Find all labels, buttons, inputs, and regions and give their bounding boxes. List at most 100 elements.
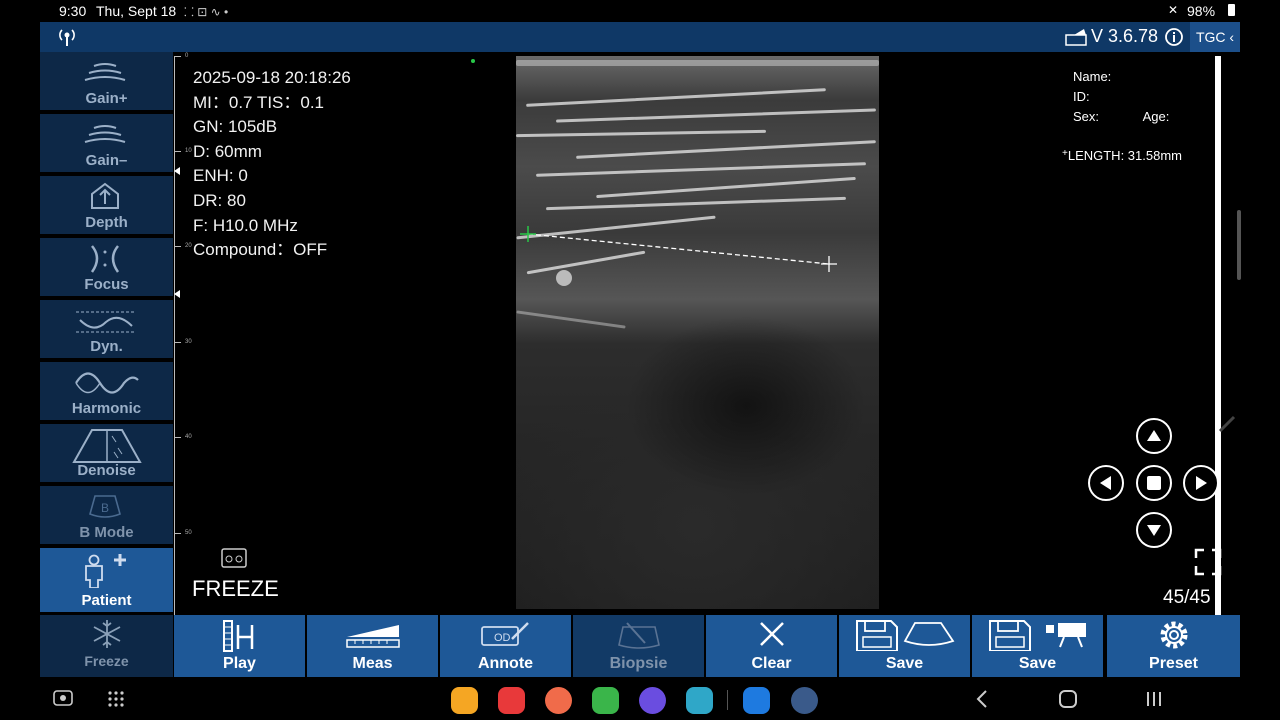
- save-video-button[interactable]: Save: [972, 615, 1103, 677]
- gain-minus-button[interactable]: Gain–: [40, 114, 173, 174]
- image-texture: [516, 60, 879, 66]
- focus-icon: [90, 245, 120, 273]
- arrow-up-icon: [1147, 430, 1161, 441]
- tgc-toggle-button[interactable]: TGC ‹: [1190, 22, 1240, 52]
- left-control-panel: Gain+ Gain– Depth Focus Dyn. Harmonic De…: [40, 52, 174, 615]
- status-time: 9:30: [59, 3, 87, 19]
- home-icon[interactable]: [1058, 689, 1078, 709]
- save-video-label: Save: [1018, 655, 1057, 672]
- gain-value: GN: 105dB: [193, 117, 278, 137]
- pan-down-button[interactable]: [1136, 512, 1172, 548]
- focus-marker: [174, 167, 180, 175]
- chevron-left-icon: ‹: [1229, 29, 1235, 45]
- pan-left-button[interactable]: [1088, 465, 1124, 501]
- frequency-value: F: H10.0 MHz: [193, 215, 298, 235]
- arrow-down-icon: [1147, 525, 1161, 536]
- android-status-bar: 9:30 Thu, Sept 18 ⸬ ⊡ ∿ • ✕ 98%: [0, 0, 1280, 22]
- denoise-label: Denoise: [77, 462, 136, 479]
- gain-plus-button[interactable]: Gain+: [40, 52, 173, 112]
- pan-right-button[interactable]: [1183, 465, 1219, 501]
- focus-button[interactable]: Focus: [40, 238, 173, 298]
- enh-value: ENH: 0: [193, 166, 248, 186]
- depth-button[interactable]: Depth: [40, 176, 173, 236]
- calendar-app-icon[interactable]: [686, 687, 713, 714]
- browser-app-icon[interactable]: [639, 687, 666, 714]
- contacts-app-icon[interactable]: [545, 687, 572, 714]
- save-image-label: Save: [885, 655, 924, 672]
- measure-button[interactable]: Meas: [307, 615, 438, 677]
- ultrasound-app-icon[interactable]: [743, 687, 770, 714]
- settings-app-icon[interactable]: [791, 687, 818, 714]
- dock-divider: [727, 690, 728, 710]
- b-mode-icon: B: [89, 495, 121, 518]
- compound-value: Compound：OFF: [193, 240, 328, 260]
- play-button[interactable]: Play: [174, 615, 305, 677]
- clear-button[interactable]: Clear: [706, 615, 837, 677]
- ruler-label: 40: [185, 434, 192, 440]
- ruler-tick: [175, 246, 181, 247]
- gear-icon: [1160, 621, 1188, 649]
- info-icon[interactable]: [1164, 27, 1184, 47]
- gain-minus-icon: [84, 125, 126, 143]
- freeze-button[interactable]: Freeze: [40, 615, 173, 677]
- play-film-icon: [223, 620, 254, 652]
- biopsy-needle-icon: [618, 622, 660, 649]
- app-version: V 3.6.78: [1090, 26, 1158, 46]
- gain-plus-icon: [84, 63, 126, 81]
- pan-center-button[interactable]: [1136, 465, 1172, 501]
- ruler-label: 20: [185, 243, 192, 249]
- image-texture: [546, 196, 846, 211]
- denoise-icon: [72, 429, 142, 463]
- save-video-icon: [989, 620, 1086, 651]
- fullscreen-icon[interactable]: [1194, 548, 1222, 576]
- snowflake-icon: [93, 620, 121, 648]
- image-texture: [516, 129, 767, 138]
- biopsy-button[interactable]: Biopsie: [573, 615, 704, 677]
- back-icon[interactable]: [975, 689, 989, 709]
- wireless-signal-icon: [59, 29, 75, 46]
- freeze-label: Freeze: [84, 653, 129, 669]
- length-measurement-line[interactable]: [516, 220, 846, 280]
- dr-value: DR: 80: [193, 190, 246, 210]
- mute-icon: ✕: [1168, 3, 1179, 17]
- annotate-label: Annote: [477, 655, 534, 672]
- tgc-label: TGC: [1195, 29, 1226, 45]
- clear-label: Clear: [751, 655, 792, 672]
- cine-loop-icon: [221, 548, 247, 568]
- depth-ruler: 0 10 20 30 40 50: [174, 53, 192, 616]
- patient-button[interactable]: Patient: [40, 548, 173, 614]
- recent-apps-icon[interactable]: [1144, 689, 1164, 709]
- pan-up-button[interactable]: [1136, 418, 1172, 454]
- files-app-icon[interactable]: [451, 687, 478, 714]
- ruler-label: 0: [185, 53, 189, 59]
- edit-pencil-icon[interactable]: [1216, 413, 1238, 435]
- calculator-app-icon[interactable]: [592, 687, 619, 714]
- preset-button[interactable]: Preset: [1107, 615, 1240, 677]
- patient-id-label: ID:: [1073, 89, 1090, 104]
- ultrasound-image[interactable]: [516, 56, 879, 609]
- patient-age-label: Age:: [1142, 109, 1170, 124]
- mi-tis-value: MI：0.7 TIS：0.1: [193, 92, 325, 112]
- depth-value: D: 60mm: [193, 141, 262, 161]
- screenshot-assistant-icon[interactable]: [53, 690, 73, 708]
- probe-orientation-dot: [471, 59, 475, 63]
- save-image-button[interactable]: Save: [839, 615, 970, 677]
- svg-text:B: B: [101, 501, 109, 515]
- annotate-button[interactable]: OD Annote: [440, 615, 571, 677]
- scroll-thumb[interactable]: [1237, 210, 1241, 280]
- gain-plus-label: Gain+: [85, 90, 128, 107]
- image-scrollbar[interactable]: [1215, 56, 1221, 616]
- preset-label: Preset: [1149, 655, 1198, 672]
- harmonic-label: Harmonic: [71, 400, 142, 417]
- depth-label: Depth: [85, 214, 128, 231]
- length-value: LENGTH: 31.58mm: [1067, 148, 1182, 163]
- frame-counter: 45/45: [1163, 587, 1211, 608]
- flipboard-app-icon[interactable]: [498, 687, 525, 714]
- app-drawer-icon[interactable]: [107, 690, 125, 708]
- denoise-button[interactable]: Denoise: [40, 424, 173, 484]
- b-mode-button[interactable]: B B Mode: [40, 486, 173, 546]
- imaging-parameters: 2025-09-18 20:18:26 MI：0.7 TIS：0.1 GN: 1…: [193, 66, 351, 263]
- harmonic-button[interactable]: Harmonic: [40, 362, 173, 422]
- probe-status-icon: [1065, 29, 1087, 46]
- dynamic-range-button[interactable]: Dyn.: [40, 300, 173, 360]
